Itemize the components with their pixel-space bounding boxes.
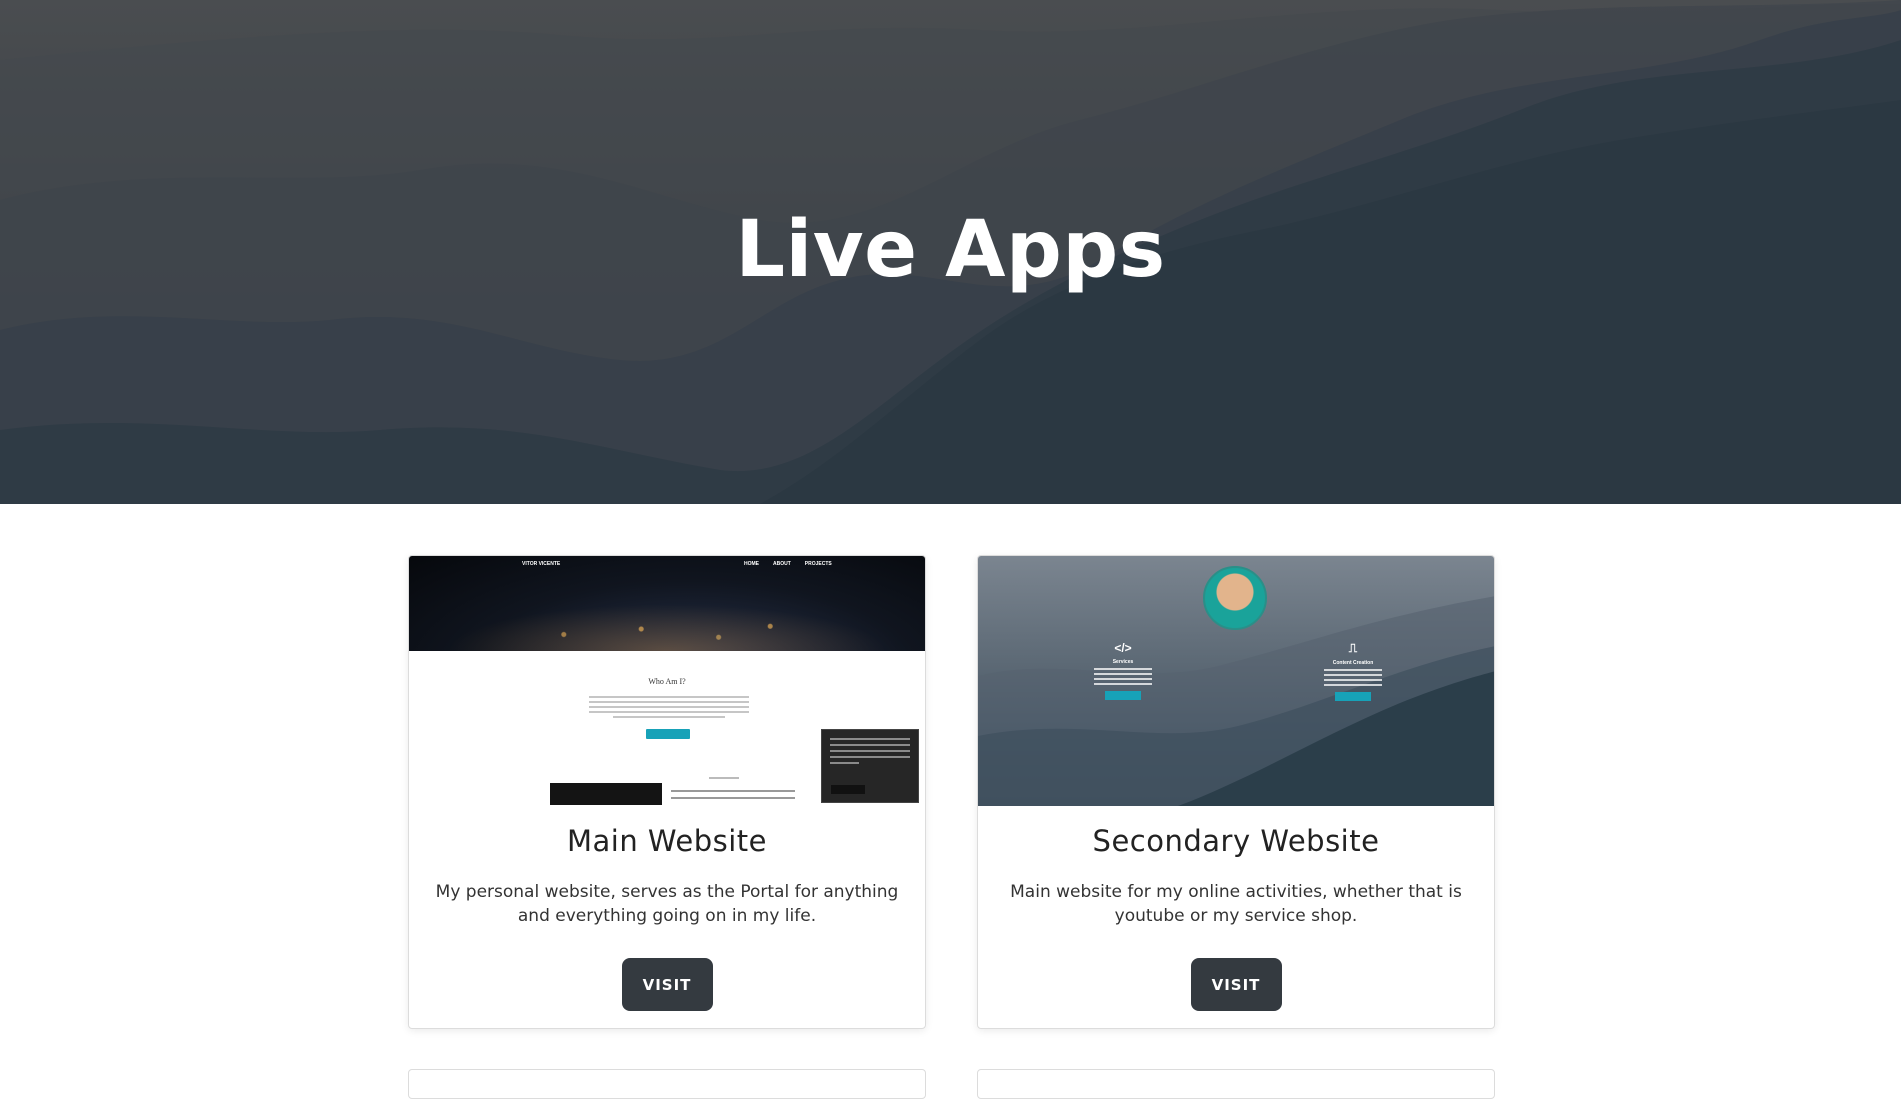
card-title: Secondary Website [1092, 824, 1380, 858]
page-title: Live Apps [735, 205, 1166, 295]
card-description: My personal website, serves as the Porta… [435, 882, 899, 926]
thumbnail-learn-more-button [646, 729, 690, 739]
secondary-website-thumbnail: </> Services ⎍ Content Creation [978, 556, 1494, 806]
earth-night-image: VITOR VICENTE HOME ABOUT PROJECTS [409, 556, 925, 651]
thumbnail-services-title: Services [1112, 659, 1134, 665]
apps-grid-next-row [408, 1069, 1495, 1099]
thumbnail-cookie-popup [821, 729, 919, 803]
thumbnail-learn-more-button [1105, 691, 1141, 700]
thumbnail-brand: VITOR VICENTE [522, 561, 561, 567]
app-card-secondary-website: </> Services ⎍ Content Creation Secondar… [977, 555, 1495, 1029]
thumbnail-heading: Who Am I? [648, 677, 686, 686]
code-icon: </> [1114, 641, 1132, 655]
hero-banner: Live Apps [0, 0, 1901, 504]
app-card-partial [408, 1069, 926, 1099]
app-card-main-website: VITOR VICENTE HOME ABOUT PROJECTS Who Am… [408, 555, 926, 1029]
thumbnail-content-title: Content Creation [1332, 660, 1374, 666]
visit-button[interactable]: VISIT [621, 958, 713, 1011]
thumbnail-page-body: Who Am I? [409, 651, 925, 806]
card-description: Main website for my online activities, w… [1010, 882, 1462, 926]
thumbnail-nav-link: PROJECTS [804, 561, 832, 567]
apps-grid: VITOR VICENTE HOME ABOUT PROJECTS Who Am… [408, 555, 1495, 1029]
thumbnail-learn-more-button [1335, 692, 1371, 701]
thumbnail-nav-link: ABOUT [773, 561, 791, 567]
thumbnail-code-image [550, 783, 662, 805]
gamepad-icon: ⎍ [1348, 641, 1358, 655]
app-card-partial [977, 1069, 1495, 1099]
avatar [1203, 566, 1267, 630]
card-title: Main Website [566, 824, 768, 858]
thumbnail-content-column: ⎍ Content Creation [1318, 641, 1388, 701]
thumbnail-nav-link: HOME [744, 561, 759, 567]
main-website-thumbnail: VITOR VICENTE HOME ABOUT PROJECTS Who Am… [409, 556, 925, 806]
visit-button[interactable]: VISIT [1190, 958, 1282, 1011]
thumbnail-paragraph [589, 693, 749, 721]
thumbnail-navbar: VITOR VICENTE HOME ABOUT PROJECTS [409, 561, 925, 571]
thumbnail-services-column: </> Services [1088, 641, 1158, 700]
